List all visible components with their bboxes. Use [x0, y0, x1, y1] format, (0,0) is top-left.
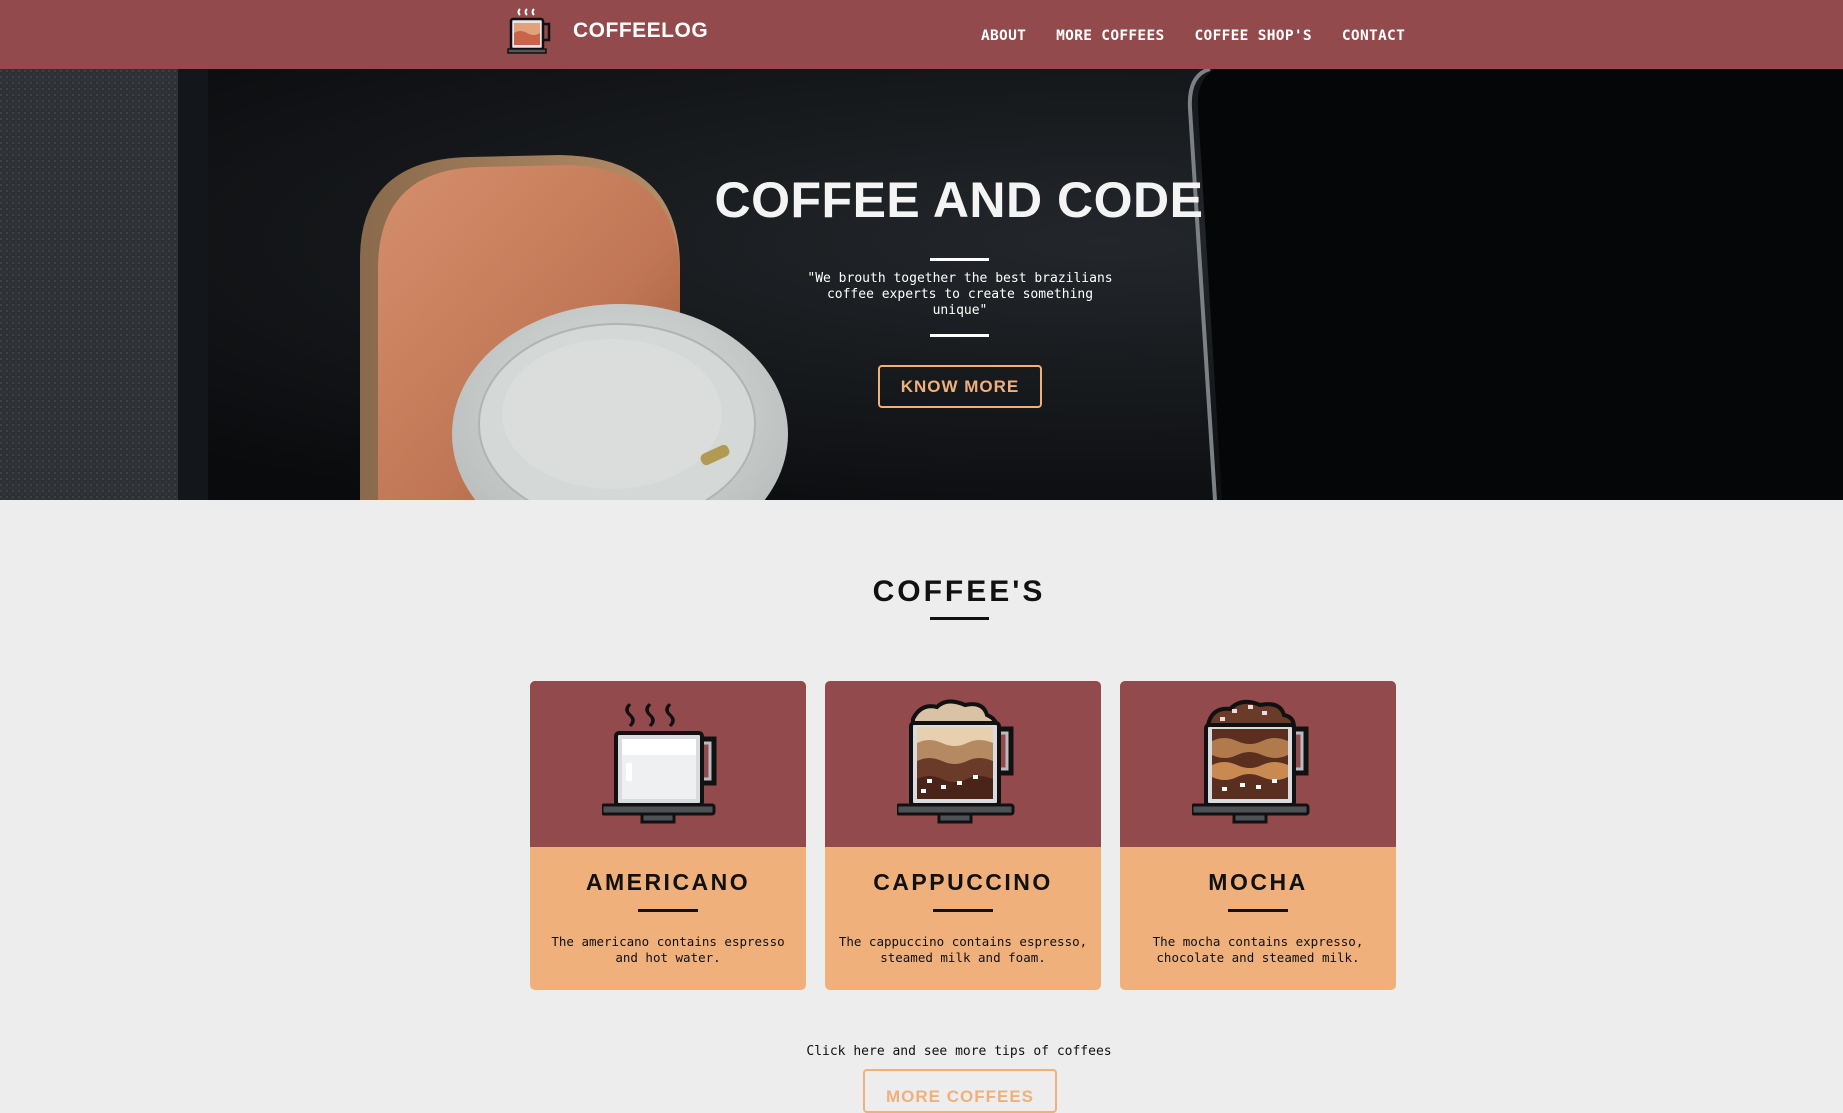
coffees-section-title: COFFEE'S: [872, 575, 1046, 608]
coffee-card-cappuccino[interactable]: CAPPUCCINO The cappuccino contains espre…: [825, 681, 1101, 990]
nav-coffee-shops[interactable]: COFFEE SHOP'S: [1195, 28, 1312, 44]
coffee-logo-icon[interactable]: [506, 5, 556, 57]
coffee-card-americano[interactable]: AMERICANO The americano contains espress…: [530, 681, 806, 990]
card-description: The cappuccino contains espresso, steame…: [838, 934, 1088, 965]
card-title: CAPPUCCINO: [873, 869, 1053, 895]
mocha-cup-icon: [1192, 699, 1310, 824]
more-coffees-tip-text: Click here and see more tips of coffees: [806, 1044, 1112, 1059]
card-description: The americano contains espresso and hot …: [551, 934, 785, 965]
card-image-panel: [1120, 681, 1396, 847]
nav-about[interactable]: ABOUT: [981, 28, 1026, 44]
card-divider: [638, 909, 698, 912]
coffee-card-mocha[interactable]: MOCHA The mocha contains expresso, choco…: [1120, 681, 1396, 990]
hero-divider-bottom: [930, 334, 989, 337]
card-image-panel: [825, 681, 1101, 847]
main-nav: ABOUT MORE COFFEES COFFEE SHOP'S CONTACT: [981, 28, 1405, 44]
hero-title: COFFEE AND CODE: [714, 172, 1204, 228]
card-title: MOCHA: [1208, 869, 1308, 895]
site-header: COFFEELOG ABOUT MORE COFFEES COFFEE SHOP…: [0, 0, 1843, 69]
nav-more-coffees[interactable]: MORE COFFEES: [1056, 28, 1164, 44]
americano-cup-icon: [602, 703, 717, 824]
know-more-button[interactable]: KNOW MORE: [878, 365, 1042, 408]
more-coffees-button[interactable]: MORE COFFEES: [863, 1069, 1057, 1113]
card-image-panel: [530, 681, 806, 847]
nav-contact[interactable]: CONTACT: [1342, 28, 1405, 44]
card-divider: [933, 909, 993, 912]
card-title: AMERICANO: [585, 869, 751, 895]
coffees-section-divider: [930, 617, 989, 620]
card-description: The mocha contains expresso, chocolate a…: [1152, 934, 1364, 965]
cappuccino-cup-icon: [897, 699, 1015, 824]
brand-name[interactable]: COFFEELOG: [573, 19, 708, 43]
hero-banner: COFFEE AND CODE "We brouth together the …: [0, 69, 1843, 500]
card-divider: [1228, 909, 1288, 912]
hero-divider-top: [930, 258, 989, 261]
hero-quote: "We brouth together the best brazilians …: [807, 271, 1113, 318]
